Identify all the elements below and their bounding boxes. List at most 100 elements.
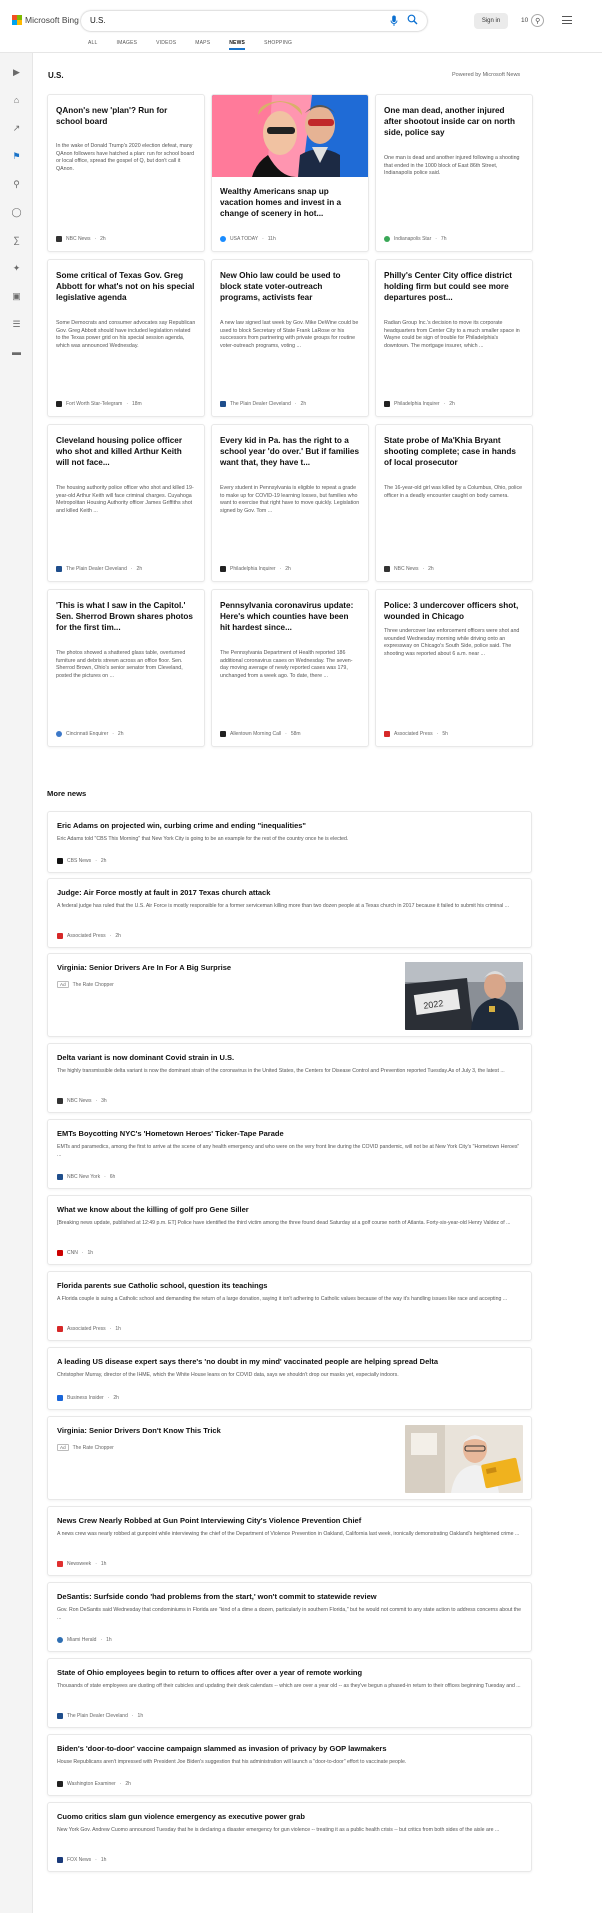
source-time: 58m [290,731,301,737]
card-title[interactable]: Philly's Center City office district hol… [384,270,524,303]
news-card[interactable]: Police: 3 undercover officers shot, woun… [375,589,533,747]
tab-news[interactable]: NEWS [229,40,245,50]
police-officer-photo[interactable]: 2022 [405,962,523,1030]
sports-icon[interactable]: ▬ [11,347,22,358]
search-icon[interactable] [407,14,418,25]
card-title[interactable]: 'This is what I saw in the Capitol.' Sen… [56,600,196,633]
source-logo-icon [56,566,62,572]
card-title[interactable]: Police: 3 undercover officers shot, woun… [384,600,524,622]
card-title[interactable]: State probe of Ma'Khia Bryant shooting c… [384,435,524,468]
location-icon[interactable]: ⚲ [11,179,22,190]
news-list-item[interactable]: What we know about the killing of golf p… [47,1195,532,1265]
news-card[interactable]: State probe of Ma'Khia Bryant shooting c… [375,424,533,582]
item-title[interactable]: Florida parents sue Catholic school, que… [57,1281,267,1290]
card-title[interactable]: Every kid in Pa. has the right to a scho… [220,435,360,468]
news-list-item[interactable]: Judge: Air Force mostly at fault in 2017… [47,878,532,948]
item-title[interactable]: Judge: Air Force mostly at fault in 2017… [57,888,270,897]
item-title[interactable]: Virginia: Senior Drivers Don't Know This… [57,1426,221,1435]
news-list-item[interactable]: News Crew Nearly Robbed at Gun Point Int… [47,1506,532,1576]
sign-in-button[interactable]: Sign in [474,13,508,29]
news-list-item[interactable]: Delta variant is now dominant Covid stra… [47,1043,532,1113]
ad-badge: Ad [57,981,69,988]
source-time: 5h [442,731,448,737]
rewards-button[interactable]: 10 ⚲ [521,14,545,27]
news-card[interactable]: QAnon's new 'plan'? Run for school board… [47,94,205,252]
tab-maps[interactable]: MAPS [195,40,210,50]
tab-images[interactable]: IMAGES [117,40,138,50]
news-list-item[interactable]: Biden's 'door-to-door' vaccine campaign … [47,1734,532,1796]
trending-icon[interactable]: ↗ [11,123,22,134]
card-title[interactable]: Wealthy Americans snap up vacation homes… [220,186,360,219]
source-time: 3h [101,1098,107,1104]
card-summary: A new law signed last week by Gov. Mike … [220,320,359,349]
home-icon[interactable]: ⌂ [11,95,22,106]
bing-logo[interactable]: Microsoft Bing [12,15,79,25]
source-name: USA TODAY [230,236,259,242]
news-list-item[interactable]: DeSantis: Surfside condo 'had problems f… [47,1582,532,1652]
news-card[interactable]: Philly's Center City office district hol… [375,259,533,417]
card-title[interactable]: One man dead, another injured after shoo… [384,105,524,138]
couple-photo[interactable] [212,95,368,177]
card-title[interactable]: QAnon's new 'plan'? Run for school board [56,105,196,127]
item-title[interactable]: Cuomo critics slam gun violence emergenc… [57,1812,305,1821]
search-input[interactable]: U.S. [81,11,427,31]
tab-videos[interactable]: VIDEOS [156,40,176,50]
card-title[interactable]: Cleveland housing police officer who sho… [56,435,196,468]
science-icon[interactable]: ✦ [11,263,22,274]
tab-shopping[interactable]: SHOPPING [264,40,292,50]
source-name: Associated Press [67,933,106,939]
news-card[interactable]: New Ohio law could be used to block stat… [211,259,369,417]
source-name: CBS News [67,858,92,864]
menu-icon[interactable] [562,16,572,24]
source-time: 2h [136,566,143,572]
entertainment-icon[interactable]: ▣ [11,291,22,302]
item-title[interactable]: Biden's 'door-to-door' vaccine campaign … [57,1744,386,1753]
item-title[interactable]: Virginia: Senior Drivers Are In For A Bi… [57,963,231,972]
item-title[interactable]: What we know about the killing of golf p… [57,1205,249,1214]
expand-arrow-icon[interactable]: ▶ [11,67,22,78]
tab-all[interactable]: ALL [88,40,98,50]
news-list-item[interactable]: Florida parents sue Catholic school, que… [47,1271,532,1341]
item-title[interactable]: EMTs Boycotting NYC's 'Hometown Heroes' … [57,1129,284,1138]
section-title: U.S. [48,71,64,80]
ad-badge: Ad [57,1444,69,1451]
news-list-item[interactable]: Cuomo critics slam gun violence emergenc… [47,1802,532,1872]
source-logo-icon [384,731,390,737]
news-list-item[interactable]: Eric Adams on projected win, curbing cri… [47,811,532,873]
ad-list-item[interactable]: Virginia: Senior Drivers Don't Know This… [47,1416,532,1500]
source-time: 7h [440,236,447,242]
item-title[interactable]: Eric Adams on projected win, curbing cri… [57,821,306,830]
card-summary: Radian Group Inc.'s decision to move its… [384,320,520,349]
item-title[interactable]: DeSantis: Surfside condo 'had problems f… [57,1592,377,1601]
item-summary: A federal judge has ruled that the U.S. … [57,903,510,909]
card-title[interactable]: Pennsylvania coronavirus update: Here's … [220,600,360,633]
money-icon[interactable]: ∑ [11,235,22,246]
news-card[interactable]: Cleveland housing police officer who sho… [47,424,205,582]
item-title[interactable]: State of Ohio employees begin to return … [57,1668,362,1677]
news-card[interactable]: Wealthy Americans snap up vacation homes… [211,94,369,252]
news-list-item[interactable]: A leading US disease expert says there's… [47,1347,532,1410]
item-title[interactable]: News Crew Nearly Robbed at Gun Point Int… [57,1516,361,1525]
source-name: Philadelphia Inquirer [230,566,276,572]
item-summary: A news crew was nearly robbed at gunpoin… [57,1531,520,1537]
news-card[interactable]: 'This is what I saw in the Capitol.' Sen… [47,589,205,747]
news-card[interactable]: One man dead, another injured after shoo… [375,94,533,252]
ad-list-item[interactable]: Virginia: Senior Drivers Are In For A Bi… [47,953,532,1037]
item-summary: The highly transmissible delta variant i… [57,1068,505,1074]
news-card[interactable]: Some critical of Texas Gov. Greg Abbott … [47,259,205,417]
source-logo-icon [220,566,226,572]
card-title[interactable]: Some critical of Texas Gov. Greg Abbott … [56,270,196,303]
news-card[interactable]: Pennsylvania coronavirus update: Here's … [211,589,369,747]
news-card[interactable]: Every kid in Pa. has the right to a scho… [211,424,369,582]
item-title[interactable]: A leading US disease expert says there's… [57,1357,438,1366]
microphone-icon[interactable] [390,15,398,27]
politics-icon[interactable]: ☰ [11,319,22,330]
world-icon[interactable]: ◯ [11,207,22,218]
item-title[interactable]: Delta variant is now dominant Covid stra… [57,1053,234,1062]
news-list-item[interactable]: EMTs Boycotting NYC's 'Hometown Heroes' … [47,1119,532,1189]
us-flag-icon[interactable]: ⚑ [11,151,22,162]
source-name: The Rate Chopper [72,981,114,988]
news-list-item[interactable]: State of Ohio employees begin to return … [47,1658,532,1728]
card-title[interactable]: New Ohio law could be used to block stat… [220,270,360,303]
senior-with-card-photo[interactable] [405,1425,523,1493]
